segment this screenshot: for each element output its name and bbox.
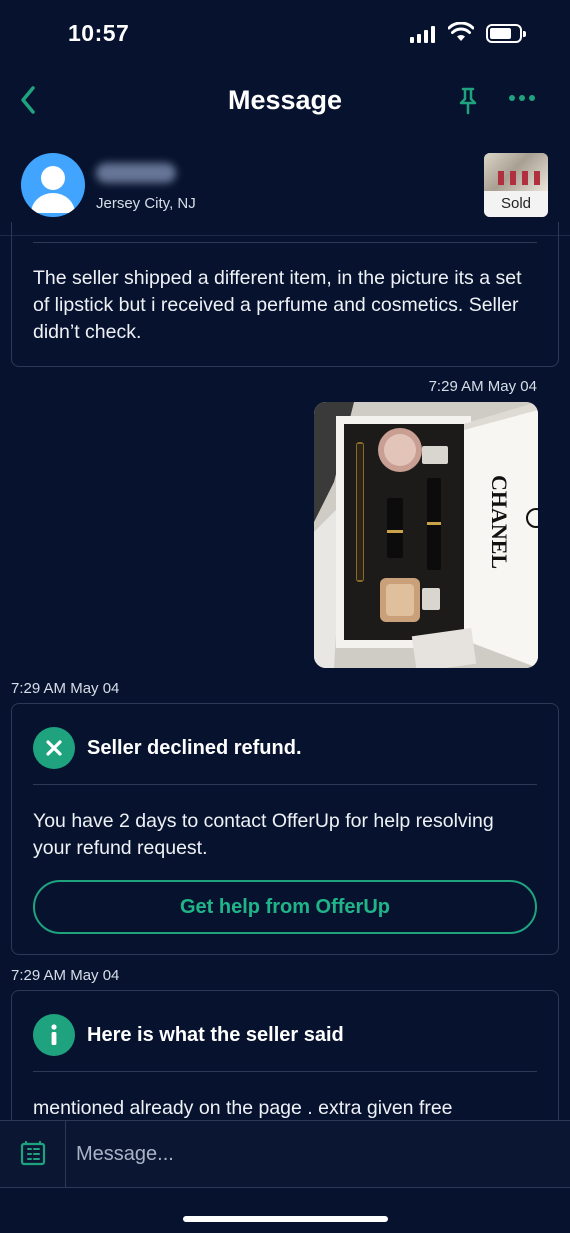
listing-thumbnail[interactable]: Sold (484, 153, 548, 217)
message-timestamp: 7:29 AM May 04 (11, 680, 120, 697)
card-divider (33, 242, 537, 243)
photo-message[interactable]: CHANEL (314, 402, 538, 668)
message-composer (0, 1120, 570, 1188)
nav-bar: Message (0, 70, 570, 134)
seller-said-body: mentioned already on the page . extra gi… (33, 1097, 453, 1119)
declined-x-icon (33, 727, 75, 769)
sold-badge: Sold (484, 191, 548, 217)
declined-title: Seller declined refund. (87, 736, 302, 759)
battery-icon (486, 24, 526, 43)
refund-declined-card: Seller declined refund. You have 2 days … (11, 703, 559, 955)
status-bar: 10:57 (0, 0, 570, 70)
offer-button[interactable] (0, 1121, 66, 1187)
home-indicator[interactable] (183, 1216, 388, 1222)
product-box-photo: CHANEL (314, 402, 538, 668)
seller-name-redacted (96, 163, 176, 183)
user-silhouette-icon (31, 166, 75, 213)
listing-photo (484, 153, 548, 193)
page-title: Message (227, 85, 343, 115)
avatar[interactable] (21, 153, 85, 217)
card-divider (33, 784, 537, 785)
refund-reason-text: The seller shipped a different item, in … (33, 267, 522, 343)
seller-said-title: Here is what the seller said (87, 1023, 344, 1046)
conversation-header: Jersey City, NJ Sold (0, 145, 570, 233)
status-time: 10:57 (68, 20, 130, 46)
message-timestamp: 7:29 AM May 04 (428, 378, 537, 395)
photo-brand-text: CHANEL (487, 475, 512, 569)
seller-location: Jersey City, NJ (96, 195, 196, 212)
declined-body: You have 2 days to contact OfferUp for h… (33, 810, 494, 859)
refund-request-card: The seller shipped a different item, in … (11, 222, 559, 367)
message-input[interactable] (66, 1121, 570, 1187)
wifi-icon (448, 22, 474, 41)
get-help-button[interactable]: Get help from OfferUp (33, 880, 537, 934)
pin-icon[interactable] (456, 86, 480, 116)
info-icon (33, 1014, 75, 1056)
more-options-icon[interactable] (508, 92, 536, 104)
make-offer-icon (20, 1140, 45, 1166)
message-timestamp: 7:29 AM May 04 (11, 967, 120, 984)
cellular-signal-icon (410, 26, 435, 43)
card-header: Seller declined refund. (33, 726, 537, 770)
card-header: Here is what the seller said (33, 1013, 537, 1057)
card-divider (33, 1071, 537, 1072)
